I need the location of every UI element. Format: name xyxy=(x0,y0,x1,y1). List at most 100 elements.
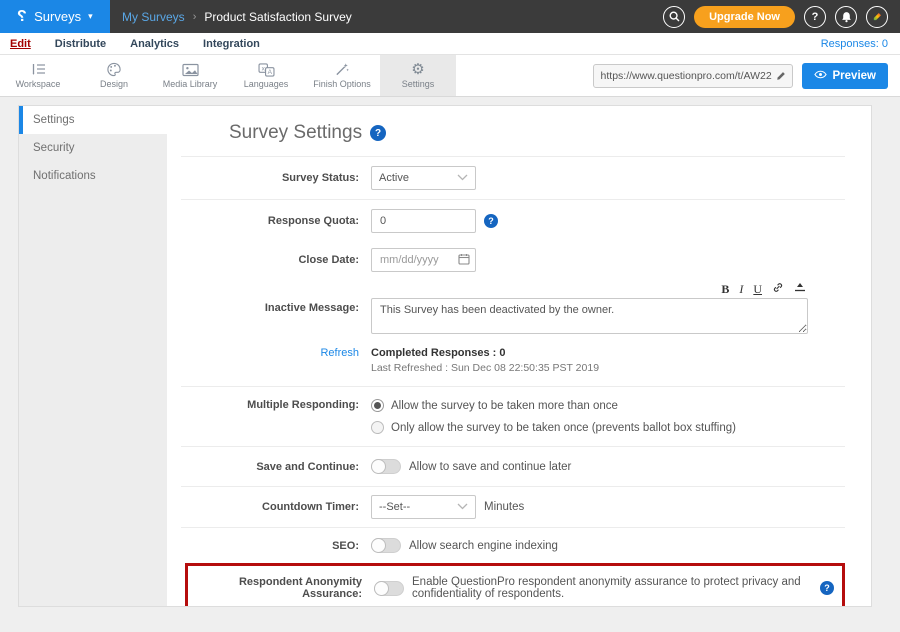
survey-settings-help-icon[interactable]: ? xyxy=(370,125,386,141)
seo-description: Allow search engine indexing xyxy=(409,540,558,552)
respondent-anonymity-highlight-box: Respondent Anonymity Assurance: Enable Q… xyxy=(185,563,845,606)
tab-integration[interactable]: Integration xyxy=(203,38,260,50)
media-library-icon xyxy=(182,63,199,77)
edit-toolbar: Workspace Design Media Library xA Langua… xyxy=(0,55,900,97)
responses-count: Responses: 0 xyxy=(821,38,900,50)
svg-text:A: A xyxy=(267,69,272,76)
survey-status-select[interactable]: Active xyxy=(371,166,476,190)
survey-status-value: Active xyxy=(379,172,409,184)
countdown-timer-value: --Set-- xyxy=(379,501,410,513)
settings-gear-icon: ⚙ xyxy=(411,62,424,77)
design-label: Design xyxy=(100,79,128,89)
tab-settings[interactable]: ⚙ Settings xyxy=(380,55,456,96)
radio-allow-multiple-label: Allow the survey to be taken more than o… xyxy=(391,400,618,412)
bold-button[interactable]: B xyxy=(721,283,729,295)
workspace-icon xyxy=(30,62,47,77)
radio-allow-once[interactable]: Only allow the survey to be taken once (… xyxy=(371,421,736,434)
svg-text:x: x xyxy=(261,65,265,72)
respondent-anonymity-description: Enable QuestionPro respondent anonymity … xyxy=(412,576,812,600)
tab-edit[interactable]: Edit xyxy=(10,38,31,50)
inactive-message-label: Inactive Message: xyxy=(181,280,371,314)
feedback-pencil-icon[interactable] xyxy=(866,6,888,28)
italic-button[interactable]: I xyxy=(739,283,743,295)
rich-text-toolbar: B I U xyxy=(371,280,808,298)
radio-allow-multiple[interactable]: Allow the survey to be taken more than o… xyxy=(371,399,736,412)
tab-design[interactable]: Design xyxy=(76,55,152,96)
multiple-responding-row: Multiple Responding: Allow the survey to… xyxy=(181,387,845,447)
toggle-knob xyxy=(371,459,386,474)
survey-status-row: Survey Status: Active xyxy=(181,157,845,200)
breadcrumb-current-survey: Product Satisfaction Survey xyxy=(204,10,351,24)
image-icon[interactable] xyxy=(794,282,806,295)
respondent-anonymity-help-icon[interactable]: ? xyxy=(820,581,834,595)
last-refreshed: Last Refreshed : Sun Dec 08 22:50:35 PST… xyxy=(371,362,599,374)
respondent-anonymity-label: Respondent Anonymity Assurance: xyxy=(196,576,374,600)
radio-selected-icon[interactable] xyxy=(371,399,384,412)
settings-card: Settings Security Notifications Survey S… xyxy=(18,105,872,607)
page-title: Survey Settings xyxy=(229,122,362,144)
title-row: Survey Settings ? xyxy=(181,106,845,157)
close-date-row: Close Date: xyxy=(181,242,845,278)
sidebar-item-settings[interactable]: Settings xyxy=(19,106,167,134)
survey-url-box xyxy=(593,64,793,88)
close-date-label: Close Date: xyxy=(181,254,371,266)
chevron-down-icon: ▾ xyxy=(88,11,93,22)
countdown-timer-suffix: Minutes xyxy=(484,501,524,513)
multiple-responding-label: Multiple Responding: xyxy=(181,399,371,411)
design-palette-icon xyxy=(106,62,122,77)
seo-label: SEO: xyxy=(181,540,371,552)
tab-workspace[interactable]: Workspace xyxy=(0,55,76,96)
tab-languages[interactable]: xA Languages xyxy=(228,55,304,96)
media-library-label: Media Library xyxy=(163,79,218,89)
languages-translate-icon: xA xyxy=(258,63,275,77)
radio-allow-once-label: Only allow the survey to be taken once (… xyxy=(391,422,736,434)
countdown-timer-select[interactable]: --Set-- xyxy=(371,495,476,519)
help-icon[interactable]: ? xyxy=(804,6,826,28)
seo-row: SEO: Allow search engine indexing xyxy=(181,528,845,561)
settings-label: Settings xyxy=(402,79,435,89)
surveys-product-menu[interactable]: ? Surveys ▾ xyxy=(0,0,110,33)
survey-section-nav: Edit Distribute Analytics Integration Re… xyxy=(0,33,900,55)
countdown-timer-label: Countdown Timer: xyxy=(181,501,371,513)
product-name: Surveys xyxy=(34,9,81,24)
chevron-down-icon xyxy=(457,172,468,184)
tab-distribute[interactable]: Distribute xyxy=(55,38,106,50)
notifications-bell-icon[interactable] xyxy=(835,6,857,28)
refresh-link[interactable]: Refresh xyxy=(181,347,371,359)
save-and-continue-description: Allow to save and continue later xyxy=(409,461,571,473)
toggle-knob xyxy=(371,538,386,553)
save-and-continue-row: Save and Continue: Allow to save and con… xyxy=(181,447,845,487)
calendar-icon[interactable] xyxy=(458,253,470,268)
search-icon[interactable] xyxy=(663,6,685,28)
inactive-message-row: Inactive Message: B I U This Survey has … xyxy=(181,278,845,339)
finish-options-label: Finish Options xyxy=(313,79,371,89)
topbar-actions: Upgrade Now ? xyxy=(663,0,900,33)
response-quota-help-icon[interactable]: ? xyxy=(484,214,498,228)
link-icon[interactable] xyxy=(772,282,784,295)
countdown-timer-row: Countdown Timer: --Set-- Minutes xyxy=(181,487,845,528)
response-quota-row: Response Quota: ? xyxy=(181,200,845,242)
seo-toggle[interactable] xyxy=(371,538,401,553)
survey-url-input[interactable] xyxy=(594,70,776,82)
sidebar-item-notifications[interactable]: Notifications xyxy=(19,162,167,190)
tab-analytics[interactable]: Analytics xyxy=(130,38,179,50)
upgrade-now-button[interactable]: Upgrade Now xyxy=(694,6,795,28)
edit-url-pencil-icon[interactable] xyxy=(776,71,792,81)
settings-sidebar: Settings Security Notifications xyxy=(19,106,167,606)
completed-responses: Completed Responses : 0 xyxy=(371,347,599,359)
sidebar-item-security[interactable]: Security xyxy=(19,134,167,162)
tab-finish-options[interactable]: Finish Options xyxy=(304,55,380,96)
breadcrumb: My Surveys › Product Satisfaction Survey xyxy=(110,0,352,33)
refresh-row: Refresh Completed Responses : 0 Last Ref… xyxy=(181,339,845,387)
save-and-continue-toggle[interactable] xyxy=(371,459,401,474)
underline-button[interactable]: U xyxy=(753,283,762,295)
preview-button[interactable]: Preview xyxy=(802,63,888,89)
languages-label: Languages xyxy=(244,79,289,89)
inactive-message-textarea[interactable]: This Survey has been deactivated by the … xyxy=(371,298,808,334)
response-quota-input[interactable] xyxy=(371,209,476,233)
respondent-anonymity-toggle[interactable] xyxy=(374,581,404,596)
radio-unselected-icon[interactable] xyxy=(371,421,384,434)
breadcrumb-my-surveys[interactable]: My Surveys xyxy=(122,10,185,24)
settings-content: Survey Settings ? Survey Status: Active … xyxy=(167,106,871,606)
tab-media-library[interactable]: Media Library xyxy=(152,55,228,96)
